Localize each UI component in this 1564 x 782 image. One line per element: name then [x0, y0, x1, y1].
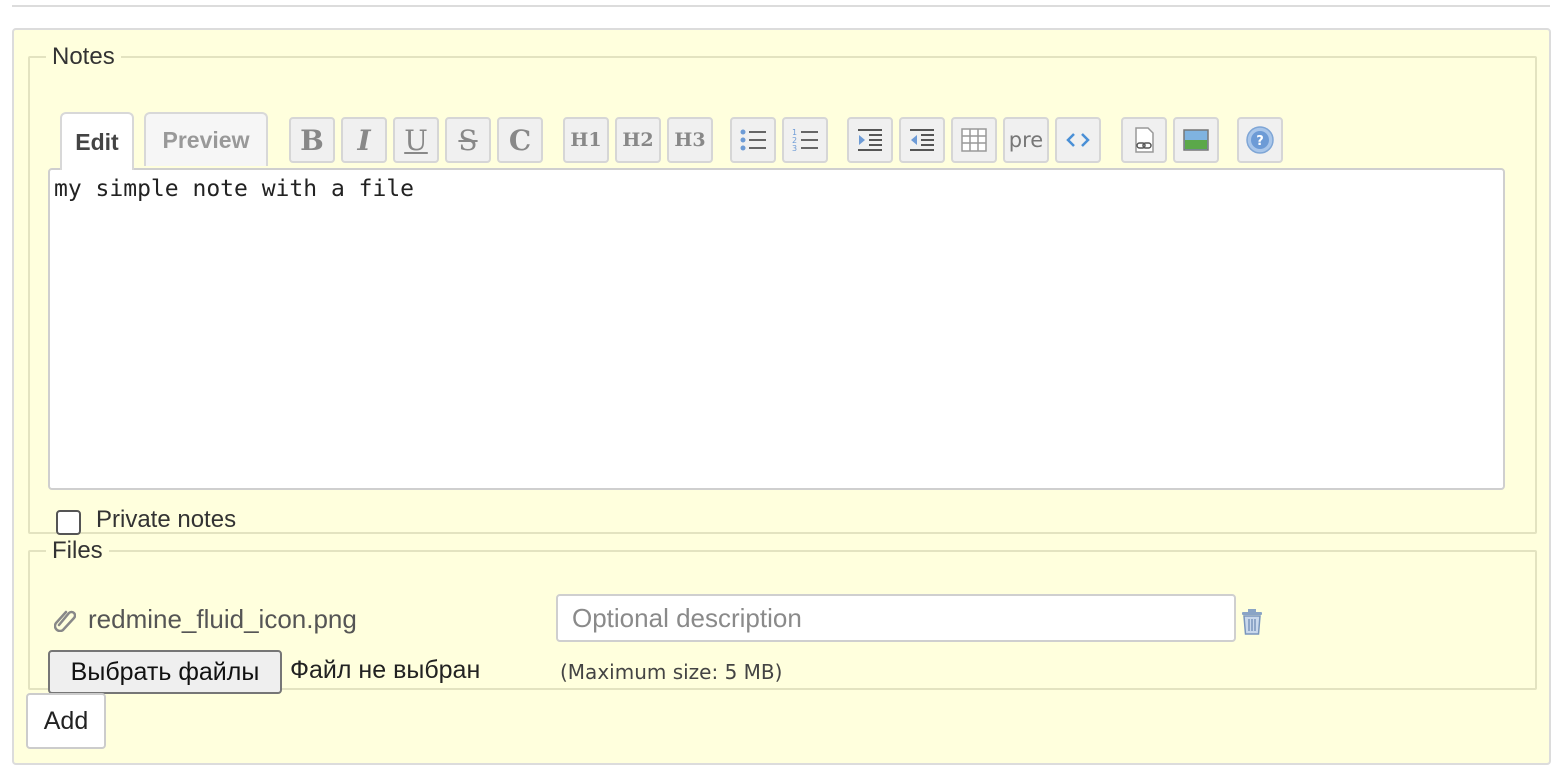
heading3-label: H3: [674, 129, 706, 151]
max-size-text: (Maximum size: 5 MB): [560, 660, 783, 684]
strikethrough-button[interactable]: S: [445, 117, 491, 163]
indent-button[interactable]: [847, 117, 893, 163]
link-icon: [1135, 127, 1154, 153]
help-icon: ?: [1246, 126, 1274, 154]
inline-code-button[interactable]: C: [497, 117, 543, 163]
outdent-icon: [910, 129, 934, 151]
underline-label: U: [404, 123, 428, 157]
trash-icon[interactable]: [1240, 608, 1264, 636]
tab-edit[interactable]: Edit: [60, 112, 134, 170]
bold-label: B: [300, 123, 324, 157]
table-button[interactable]: [951, 117, 997, 163]
strikethrough-label: S: [458, 123, 478, 157]
svg-text:?: ?: [1256, 134, 1264, 149]
ordered-list-button[interactable]: 1 2 3: [782, 117, 828, 163]
code-inline-icon: [1066, 133, 1090, 147]
heading2-button[interactable]: H2: [615, 117, 661, 163]
code-highlight-button[interactable]: [1055, 117, 1101, 163]
pre-label: pre: [1008, 128, 1044, 152]
attached-filename: redmine_fluid_icon.png: [88, 604, 357, 634]
ordered-list-icon: 1 2 3: [792, 128, 818, 153]
pre-button[interactable]: pre: [1003, 117, 1049, 163]
unordered-list-button[interactable]: [730, 117, 776, 163]
link-button[interactable]: [1121, 117, 1167, 163]
italic-label: I: [357, 123, 371, 157]
table-icon: [961, 128, 987, 152]
notes-textarea[interactable]: my simple note with a file: [48, 168, 1505, 490]
heading3-button[interactable]: H3: [667, 117, 713, 163]
underline-button[interactable]: U: [393, 117, 439, 163]
no-file-selected-text: Файл не выбран: [290, 656, 481, 684]
unordered-list-icon: [740, 129, 766, 151]
choose-files-button[interactable]: Выбрать файлы: [48, 650, 282, 694]
notes-form-box: Notes Edit Preview B I U S C H1 H2 H3 1 …: [12, 28, 1551, 765]
files-fieldset: Files redmine_fluid_icon.png Выбрать фай…: [28, 537, 1537, 694]
notes-fieldset: Notes Edit Preview B I U S C H1 H2 H3 1 …: [28, 43, 1537, 535]
help-button[interactable]: ?: [1237, 117, 1283, 163]
add-button[interactable]: Add: [26, 693, 106, 749]
heading1-button[interactable]: H1: [563, 117, 609, 163]
image-button[interactable]: [1173, 117, 1219, 163]
italic-button[interactable]: I: [341, 117, 387, 163]
tab-preview[interactable]: Preview: [144, 112, 268, 166]
heading2-label: H2: [622, 129, 654, 151]
private-notes-checkbox[interactable]: [56, 510, 81, 535]
top-divider: [12, 5, 1550, 7]
heading1-label: H1: [570, 129, 602, 151]
svg-text:3: 3: [792, 144, 797, 153]
private-notes-label[interactable]: Private notes: [96, 506, 236, 534]
indent-icon: [858, 129, 882, 151]
file-description-input[interactable]: [556, 594, 1236, 642]
image-icon: [1183, 129, 1209, 151]
paperclip-icon: [54, 610, 76, 632]
outdent-button[interactable]: [899, 117, 945, 163]
inline-code-label: C: [508, 123, 532, 157]
files-legend: Files: [52, 537, 103, 564]
bold-button[interactable]: B: [289, 117, 335, 163]
notes-legend: Notes: [52, 43, 115, 70]
